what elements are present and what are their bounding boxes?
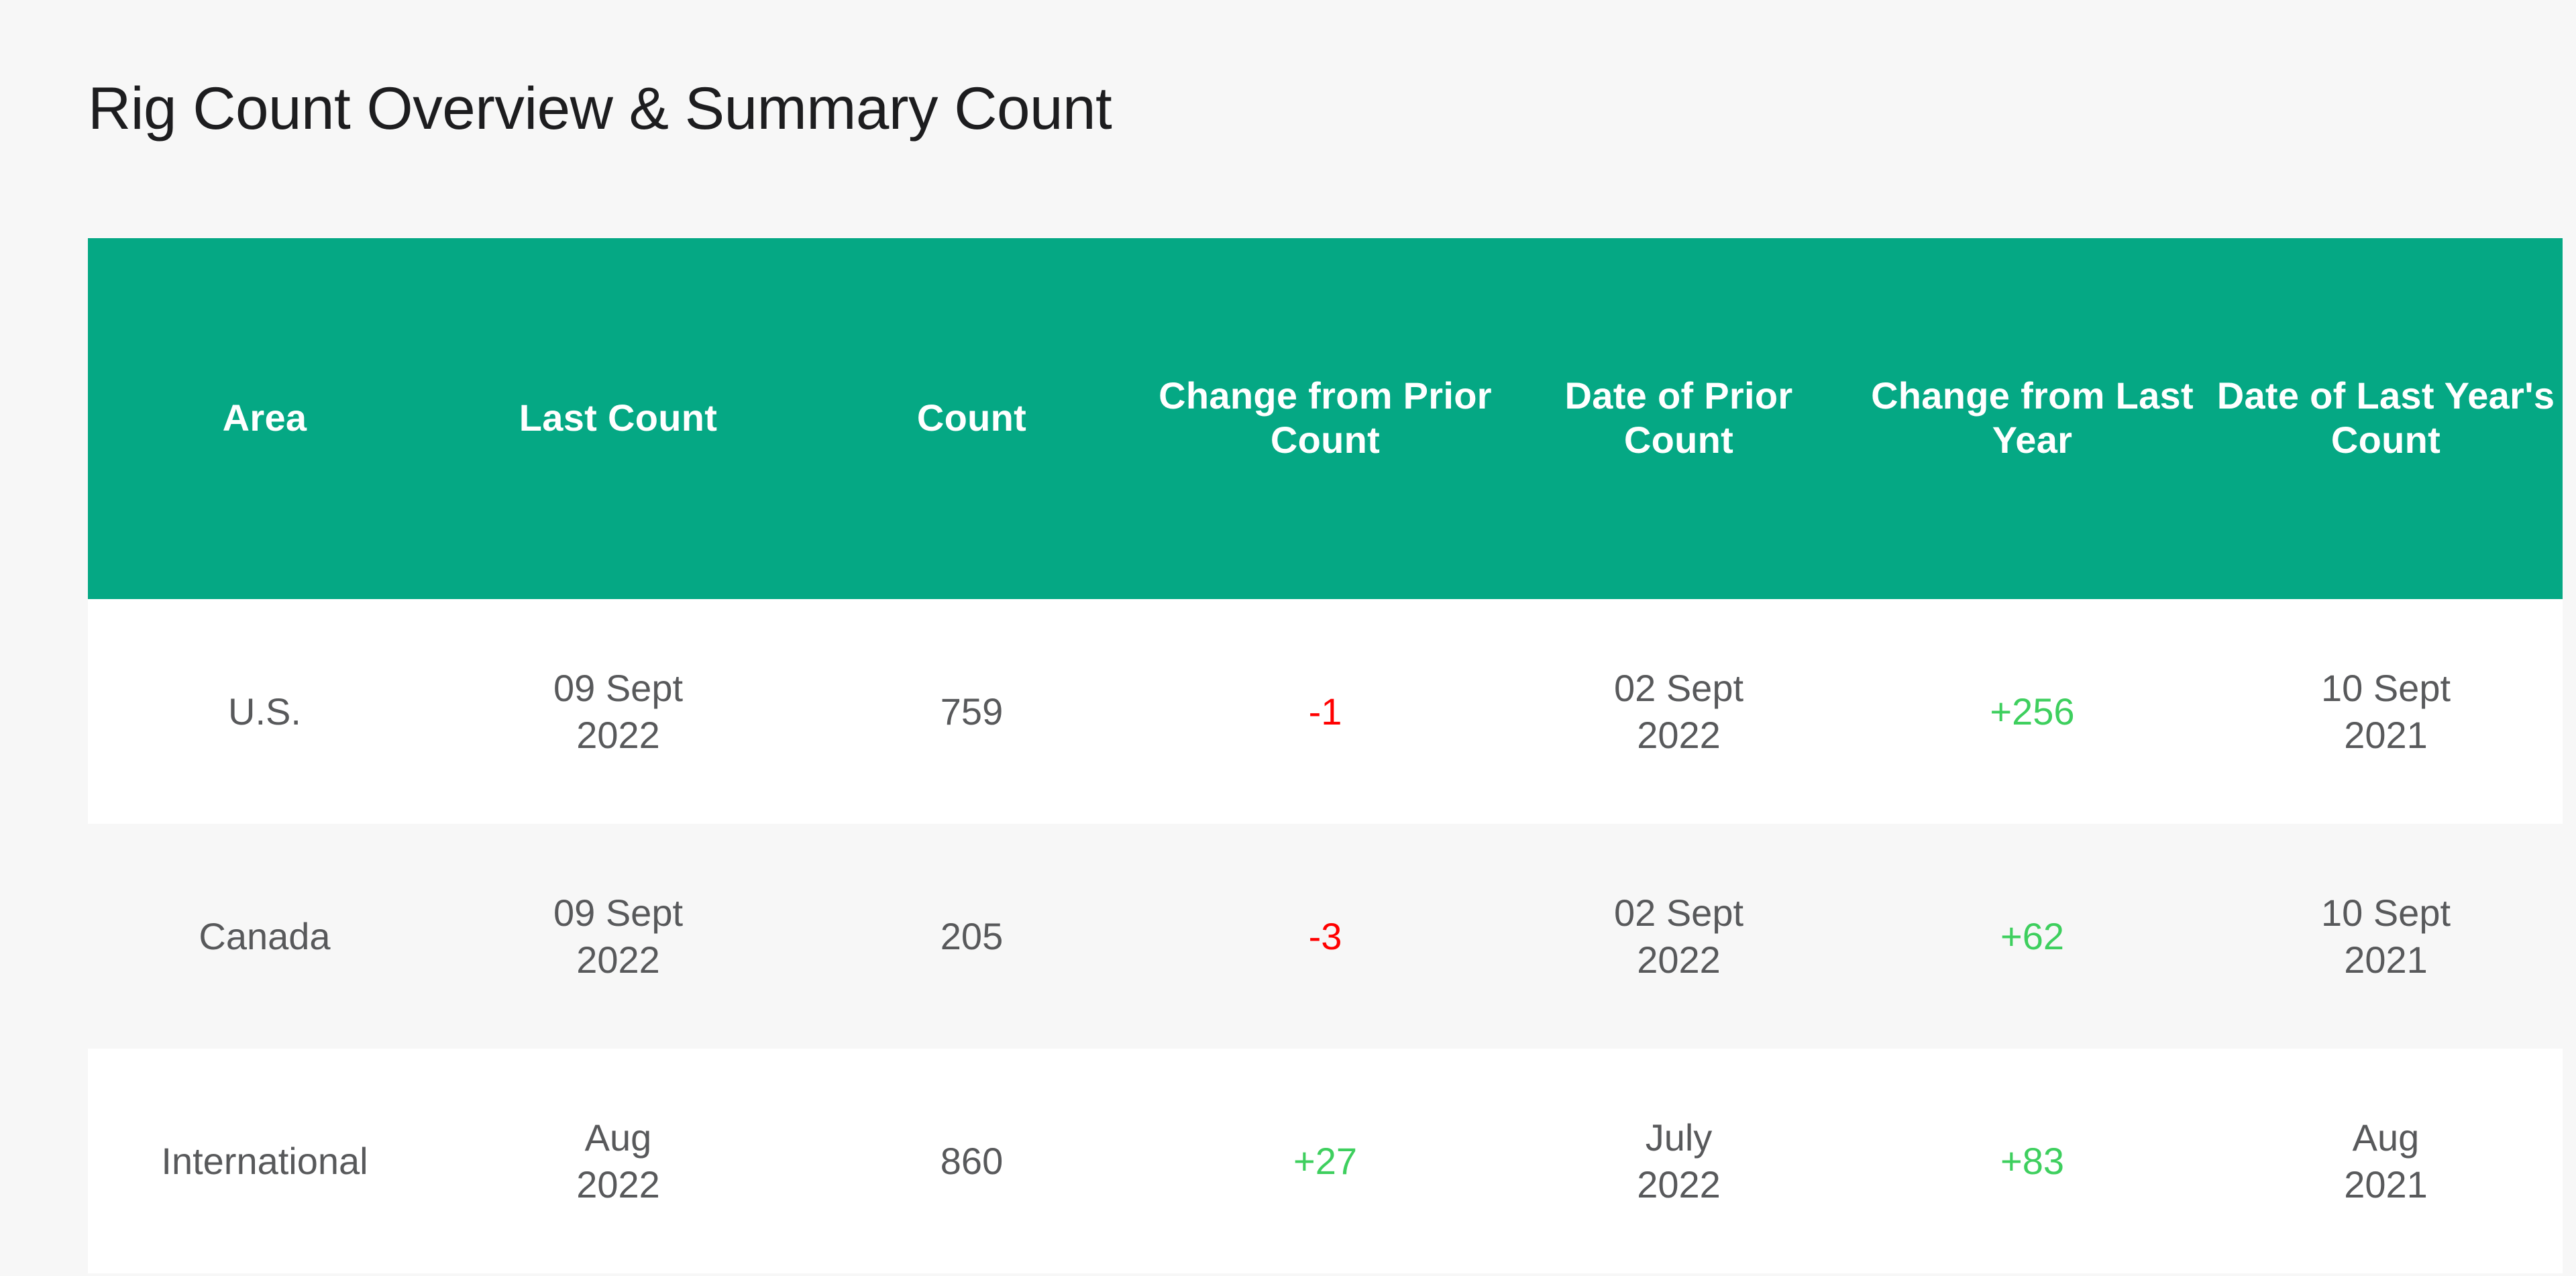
page-title: Rig Count Overview & Summary Count [88, 74, 1112, 142]
cell-change-from-last-year: +83 [2000, 1139, 2064, 1182]
cell-date-of-last-years-count: 10 Sept 2021 [2209, 599, 2563, 824]
cell-line-1: 09 Sept [553, 666, 684, 709]
cell-line-1: 10 Sept [2320, 891, 2451, 934]
cell-line-1: Aug [2352, 1116, 2420, 1159]
column-header-area[interactable]: Area [88, 238, 441, 599]
cell-area: International [161, 1139, 368, 1182]
cell-line-2: 2022 [1637, 1163, 1721, 1206]
table-row[interactable]: Canada 09 Sept 2022 205 -3 02 Sept 2022 … [88, 824, 2563, 1049]
cell-change-from-last-year: +62 [2000, 914, 2064, 957]
column-header-change-from-last-year[interactable]: Change from Last Year [1856, 238, 2209, 599]
cell-line-2: 2021 [2344, 1163, 2428, 1206]
cell-date-of-last-years-count: 10 Sept 2021 [2209, 824, 2563, 1049]
column-header-change-from-prior-count[interactable]: Change from Prior Count [1148, 238, 1502, 599]
cell-line-1: Aug [584, 1116, 652, 1159]
cell-change-from-prior-count: +27 [1293, 1139, 1357, 1182]
cell-change-from-prior-count: -3 [1308, 914, 1342, 957]
table-row[interactable]: U.S. 09 Sept 2022 759 -1 02 Sept 2022 +2… [88, 599, 2563, 824]
cell-last-count: 09 Sept 2022 [441, 599, 795, 824]
table-row[interactable]: International Aug 2022 860 +27 July 2022… [88, 1049, 2563, 1273]
cell-change-from-prior-count: -1 [1308, 690, 1342, 733]
cell-change-from-last-year: +256 [1990, 690, 2075, 733]
cell-line-1: 02 Sept [1613, 666, 1744, 709]
cell-count: 759 [940, 690, 1004, 733]
cell-line-1: 09 Sept [553, 891, 684, 934]
rig-count-table: Area Last Count Count Change from Prior … [88, 238, 2563, 1273]
cell-line-2: 2021 [2344, 713, 2428, 756]
table-header: Area Last Count Count Change from Prior … [88, 238, 2563, 599]
cell-area: U.S. [228, 690, 301, 733]
cell-date-of-last-years-count: Aug 2021 [2209, 1049, 2563, 1273]
cell-line-2: 2022 [576, 938, 660, 981]
cell-line-1: 02 Sept [1613, 891, 1744, 934]
cell-line-2: 2022 [576, 1163, 660, 1206]
cell-count: 860 [940, 1139, 1004, 1182]
cell-line-2: 2021 [2344, 938, 2428, 981]
column-header-date-of-prior-count[interactable]: Date of Prior Count [1502, 238, 1856, 599]
cell-date-of-prior-count: 02 Sept 2022 [1502, 824, 1856, 1049]
table-header-row: Area Last Count Count Change from Prior … [88, 238, 2563, 599]
page-root: Rig Count Overview & Summary Count Area … [0, 0, 2576, 1276]
column-header-last-count[interactable]: Last Count [441, 238, 795, 599]
cell-line-1: July [1645, 1116, 1713, 1159]
cell-date-of-prior-count: July 2022 [1502, 1049, 1856, 1273]
cell-line-1: 10 Sept [2320, 666, 2451, 709]
cell-last-count: 09 Sept 2022 [441, 824, 795, 1049]
cell-line-2: 2022 [576, 713, 660, 756]
rig-count-table-container: Area Last Count Count Change from Prior … [88, 238, 2563, 1273]
cell-date-of-prior-count: 02 Sept 2022 [1502, 599, 1856, 824]
cell-line-2: 2022 [1637, 713, 1721, 756]
cell-area: Canada [199, 914, 331, 957]
column-header-date-of-last-years-count[interactable]: Date of Last Year's Count [2209, 238, 2563, 599]
table-body: U.S. 09 Sept 2022 759 -1 02 Sept 2022 +2… [88, 599, 2563, 1273]
cell-line-2: 2022 [1637, 938, 1721, 981]
cell-count: 205 [940, 914, 1004, 957]
cell-last-count: Aug 2022 [441, 1049, 795, 1273]
column-header-count[interactable]: Count [795, 238, 1148, 599]
